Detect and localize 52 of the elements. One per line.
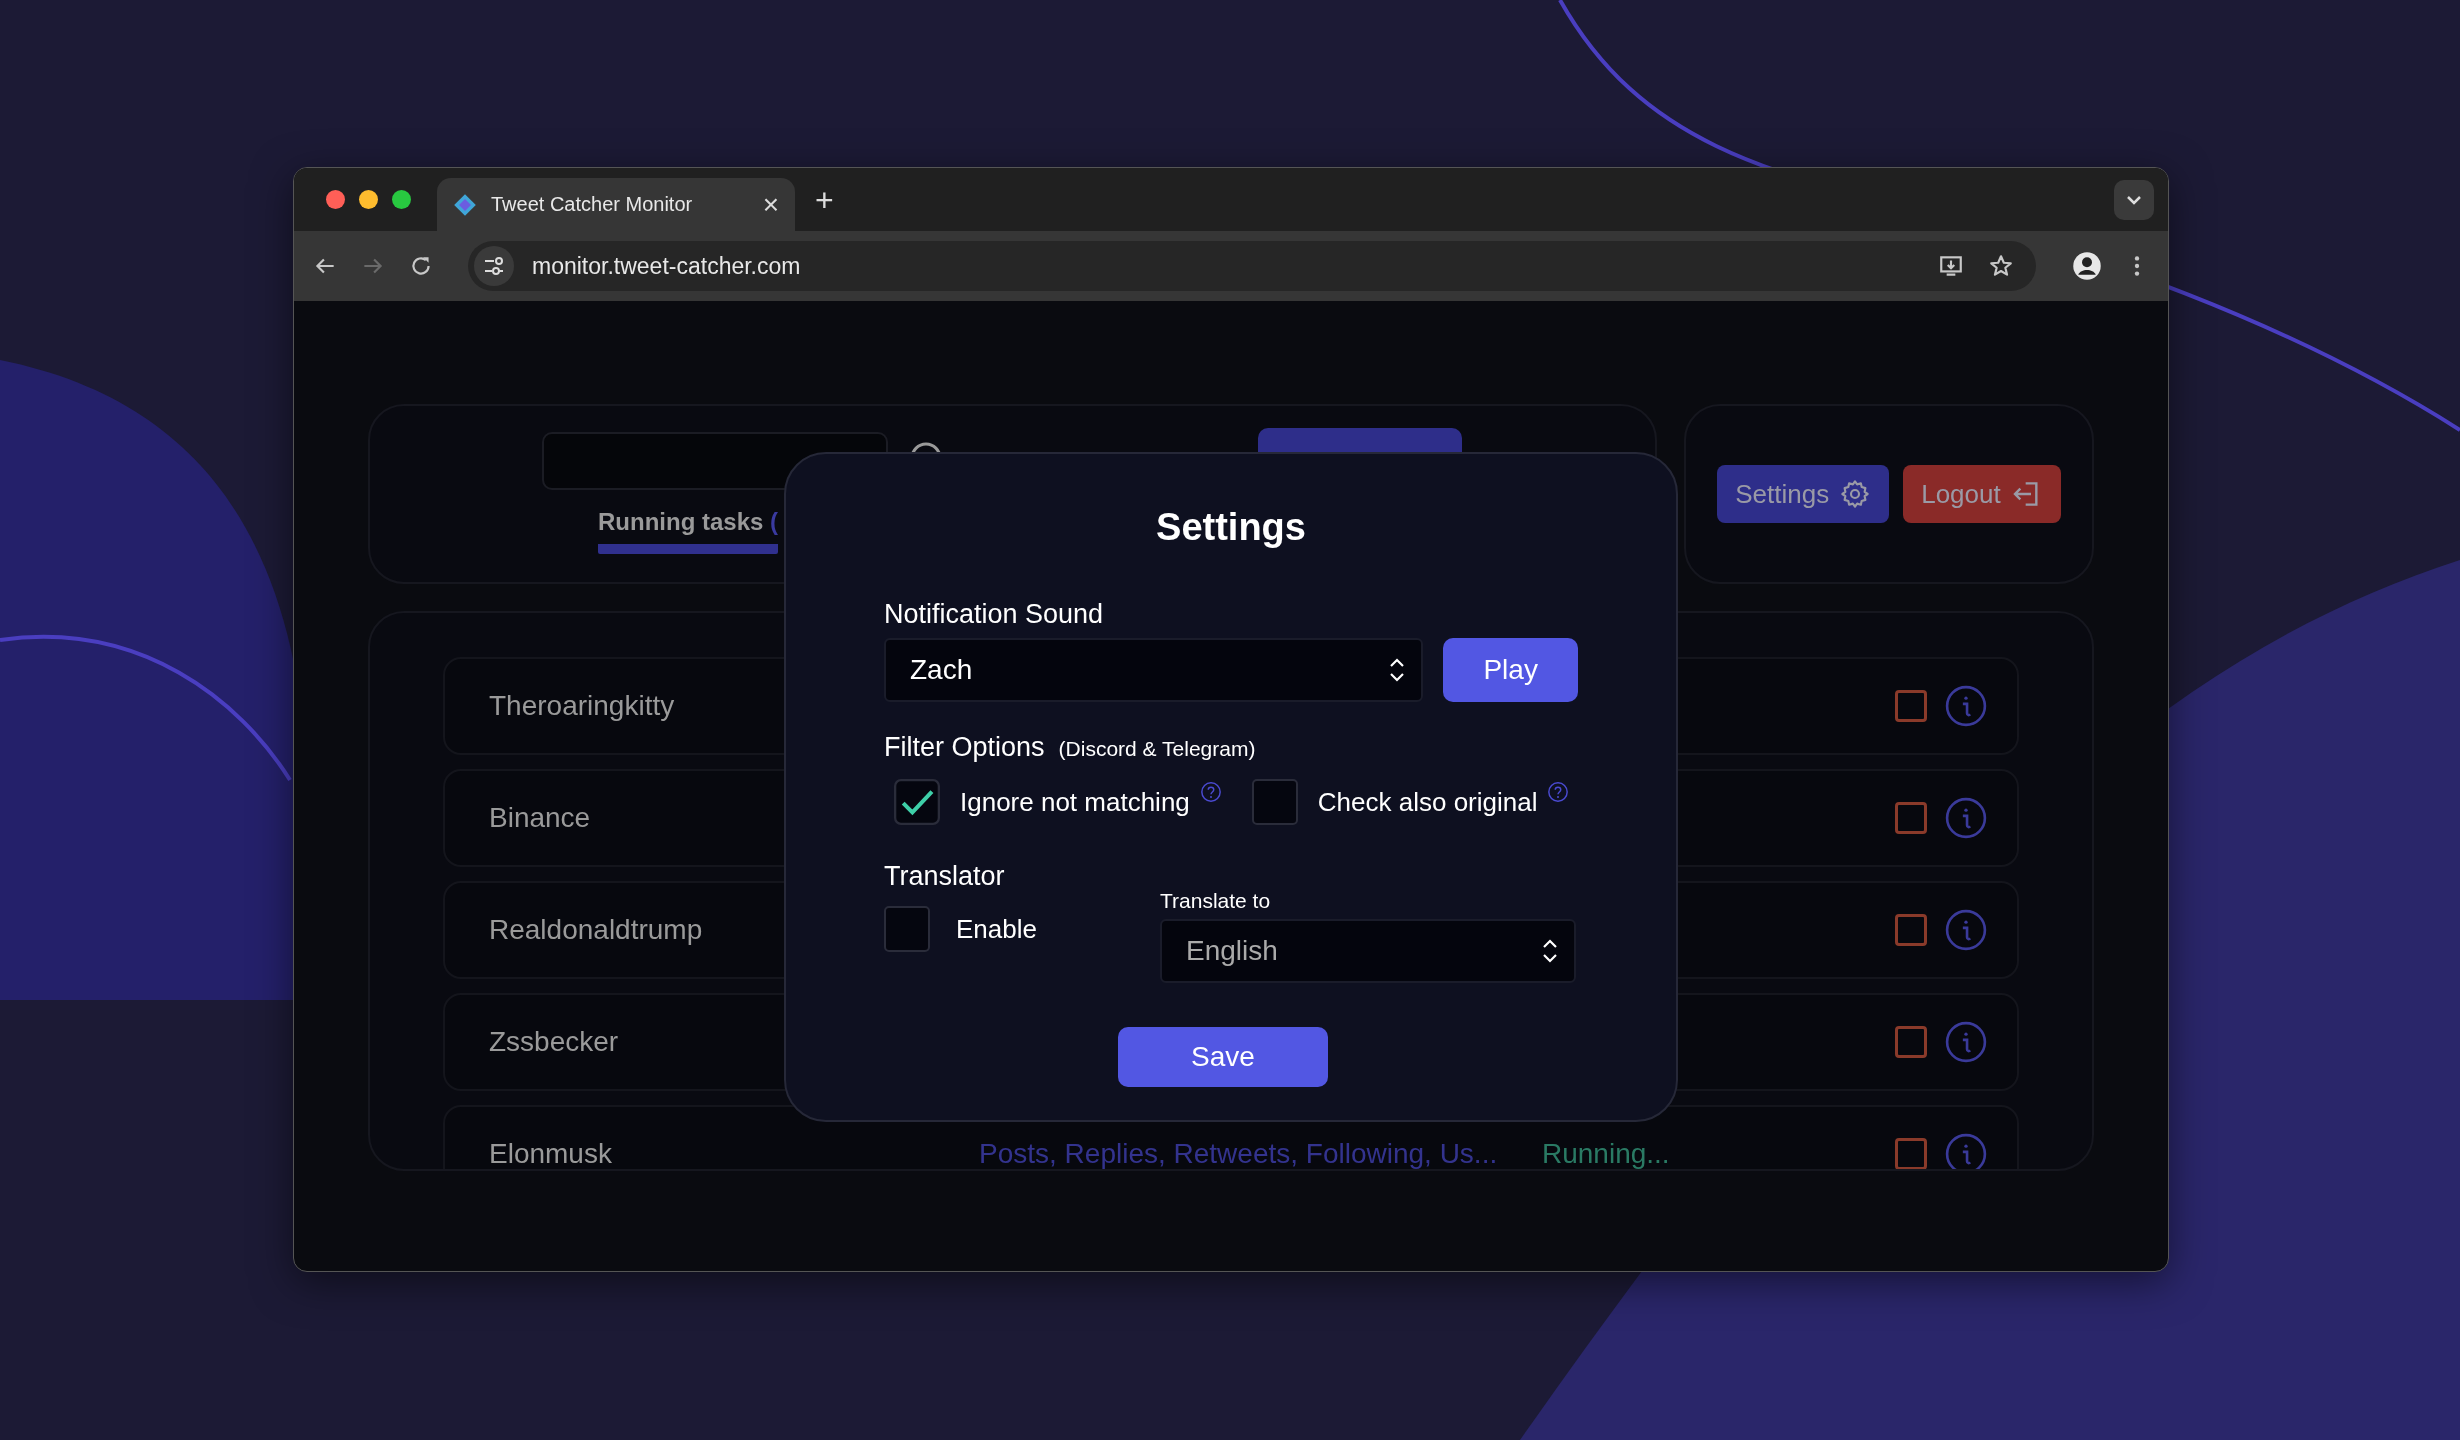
task-name: Realdonaldtrump [489, 914, 703, 945]
checkbox[interactable] [1251, 779, 1298, 825]
task-status: Running... [1542, 1138, 1670, 1169]
profile-icon[interactable] [2072, 251, 2102, 281]
checkbox[interactable] [884, 906, 930, 952]
maximize-window-button[interactable] [392, 190, 411, 209]
dropdown-field[interactable]: Zach [884, 638, 1424, 702]
tab-title: Tweet Catcher Monitor [491, 193, 694, 216]
url-text: monitor.tweet-catcher.com [532, 252, 801, 280]
section-label: Notification Sound [884, 599, 1105, 630]
close-window-button[interactable] [326, 190, 345, 209]
task-name: Theroaringkitty [489, 690, 675, 721]
checkbox-label: Check also original [1317, 786, 1538, 818]
info-icon[interactable] [1945, 685, 1987, 727]
play-button[interactable]: Play [1443, 638, 1578, 702]
task-checkbox[interactable] [1895, 914, 1927, 946]
save-button[interactable]: Save [1118, 1027, 1328, 1087]
checkbox-label: Ignore not matching [960, 786, 1190, 818]
section-label: Translator [884, 861, 1006, 892]
browser-tab[interactable]: Tweet Catcher Monitor × [437, 178, 795, 231]
checkbox[interactable] [894, 779, 940, 825]
settings-button[interactable]: Settings [1717, 465, 1890, 523]
help-icon[interactable] [1547, 781, 1570, 803]
star-icon[interactable] [1988, 253, 2014, 279]
info-icon[interactable] [1945, 797, 1987, 839]
dialog-title: Settings [1155, 506, 1307, 549]
address-bar[interactable]: monitor.tweet-catcher.com [468, 241, 2036, 291]
task-name: Elonmusk [489, 1138, 612, 1169]
section-label: Filter Options [884, 732, 1045, 763]
diamond-logo-icon [453, 192, 477, 217]
task-name: Binance [489, 802, 591, 833]
task-name: Zssbecker [489, 1026, 619, 1057]
info-icon[interactable] [1945, 1021, 1987, 1063]
install-icon[interactable] [1938, 253, 1964, 279]
section-note: (Discord & Telegram) [1058, 737, 1256, 761]
close-tab-button[interactable]: × [762, 190, 779, 219]
minimize-window-button[interactable] [359, 190, 378, 209]
task-checkbox[interactable] [1895, 1138, 1927, 1169]
help-icon[interactable] [1199, 781, 1222, 803]
dropdown-field[interactable]: English [1160, 919, 1576, 983]
new-tab-button[interactable]: + [815, 183, 834, 216]
task-types: Posts, Replies, Retweets, Following, Us... [979, 1138, 1499, 1169]
task-checkbox[interactable] [1895, 690, 1927, 722]
info-icon[interactable] [1945, 1133, 1987, 1169]
checkbox-label: Enable [956, 913, 1037, 945]
task-checkbox[interactable] [1895, 1026, 1927, 1058]
gear-icon [1839, 478, 1872, 510]
field-label: Translate to [1160, 889, 1272, 913]
info-icon[interactable] [1945, 909, 1987, 951]
tab-search-button[interactable] [2114, 179, 2154, 220]
site-settings-icon[interactable] [474, 246, 514, 286]
task-checkbox[interactable] [1895, 802, 1927, 834]
